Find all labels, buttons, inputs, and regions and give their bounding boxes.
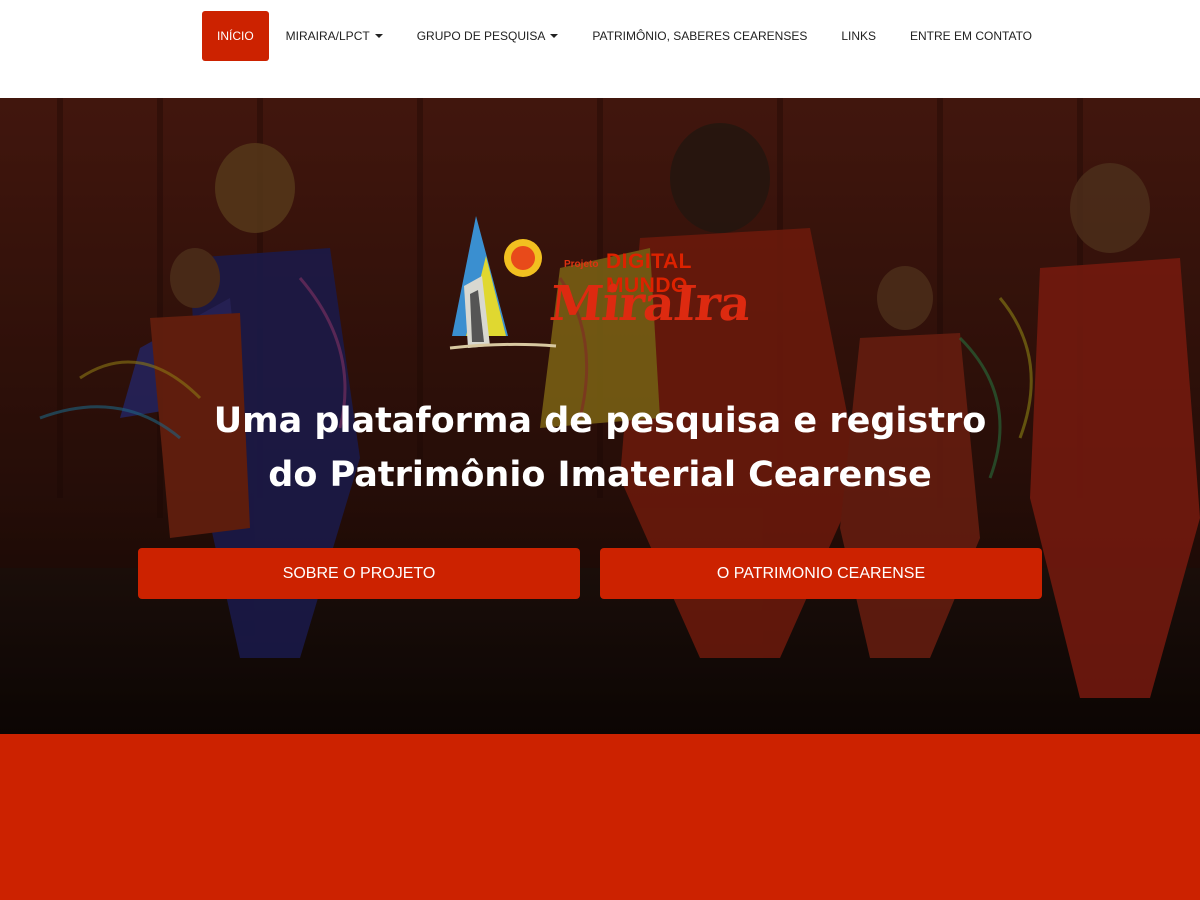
nav-item-contato[interactable]: ENTRE EM CONTATO: [893, 11, 1049, 61]
logo-miraira-text: MiraIra: [547, 276, 753, 332]
patrimonio-cearense-button[interactable]: O PATRIMONIO CEARENSE: [600, 548, 1042, 599]
nav-item-label: PATRIMÔNIO, SABERES CEARENSES: [592, 29, 808, 43]
hero-section: Projeto DIGITAL MUNDO MiraIra Uma plataf…: [0, 98, 1200, 734]
caret-down-icon: [550, 34, 559, 38]
nav-item-label: MIRAIRA/LPCT: [285, 29, 370, 43]
nav-item-miraira[interactable]: MIRAIRA/LPCT: [269, 11, 400, 61]
nav-menu: INÍCIO MIRAIRA/LPCT GRUPO DE PESQUISA PA…: [202, 11, 1049, 61]
nav-item-label: LINKS: [841, 29, 877, 43]
hero-headline-line2: do Patrimônio Imaterial Cearense: [268, 455, 932, 495]
logo-projeto-text: Projeto: [564, 259, 599, 270]
nav-item-patrimonio[interactable]: PATRIMÔNIO, SABERES CEARENSES: [575, 11, 824, 61]
caret-down-icon: [374, 34, 383, 38]
nav-item-label: INÍCIO: [217, 29, 254, 43]
nav-item-links[interactable]: LINKS: [824, 11, 893, 61]
miraira-logo[interactable]: Projeto DIGITAL MUNDO MiraIra: [446, 216, 756, 356]
nav-item-inicio[interactable]: INÍCIO: [202, 11, 269, 61]
top-navbar: INÍCIO MIRAIRA/LPCT GRUPO DE PESQUISA PA…: [0, 0, 1200, 98]
nav-item-label: GRUPO DE PESQUISA: [416, 29, 546, 43]
red-content-section: [0, 734, 1200, 900]
nav-item-grupo-de-pesquisa[interactable]: GRUPO DE PESQUISA: [400, 11, 576, 61]
hero-headline: Uma plataforma de pesquisa e registro do…: [0, 394, 1200, 502]
sobre-o-projeto-button[interactable]: SOBRE O PROJETO: [138, 548, 580, 599]
hero-headline-line1: Uma plataforma de pesquisa e registro: [213, 401, 987, 441]
nav-item-label: ENTRE EM CONTATO: [910, 29, 1033, 43]
